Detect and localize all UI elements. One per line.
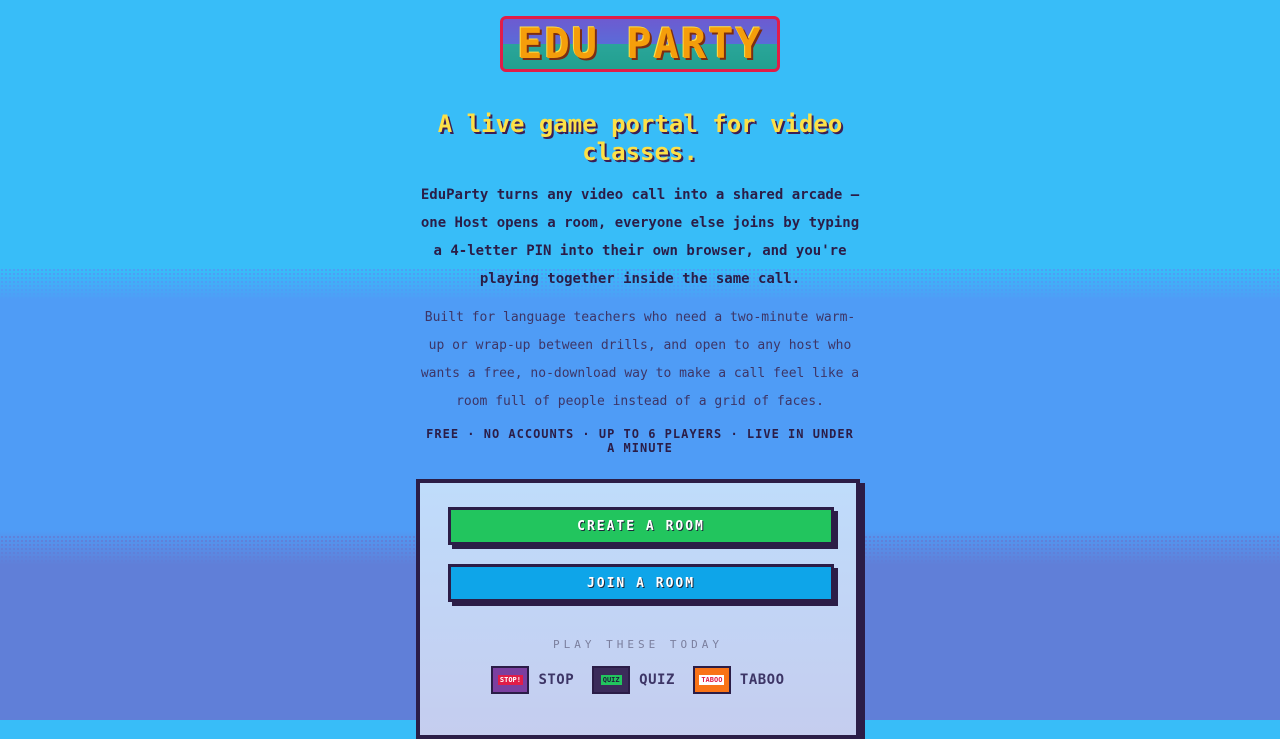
join-room-button[interactable]: JOIN A ROOM xyxy=(448,564,834,602)
hero-intro: EduParty turns any video call into a sha… xyxy=(420,187,860,287)
hero-headline: A live game portal for video classes. xyxy=(437,110,843,166)
quiz-thumb-text: QUIZ xyxy=(600,675,622,685)
hero-built-for: Built for language teachers who need a t… xyxy=(420,310,860,409)
stop-game-icon: STOP! xyxy=(491,666,530,694)
edu-party-logo: EDU PARTY xyxy=(500,16,780,72)
game-taboo[interactable]: TABOO TABOO xyxy=(692,666,785,694)
game-list: STOP! STOP QUIZ QUIZ TABOO TABOO xyxy=(420,666,856,694)
play-these-today-label: PLAY THESE TODAY xyxy=(553,638,723,651)
logo-text: EDU PARTY xyxy=(517,19,763,68)
game-label-quiz: QUIZ xyxy=(639,672,675,688)
quiz-game-icon: QUIZ xyxy=(592,666,631,694)
game-quiz[interactable]: QUIZ QUIZ xyxy=(592,666,675,694)
hero-tagline: FREE · NO ACCOUNTS · UP TO 6 PLAYERS · L… xyxy=(426,427,854,455)
room-panel: CREATE A ROOM JOIN A ROOM PLAY THESE TOD… xyxy=(416,479,860,739)
stop-thumb-text: STOP! xyxy=(497,675,523,685)
taboo-game-icon: TABOO xyxy=(692,666,731,694)
game-stop[interactable]: STOP! STOP xyxy=(491,666,574,694)
taboo-thumb-text: TABOO xyxy=(699,675,725,685)
create-room-button[interactable]: CREATE A ROOM xyxy=(448,507,834,545)
game-label-taboo: TABOO xyxy=(739,672,785,688)
game-label-stop: STOP xyxy=(538,672,575,688)
